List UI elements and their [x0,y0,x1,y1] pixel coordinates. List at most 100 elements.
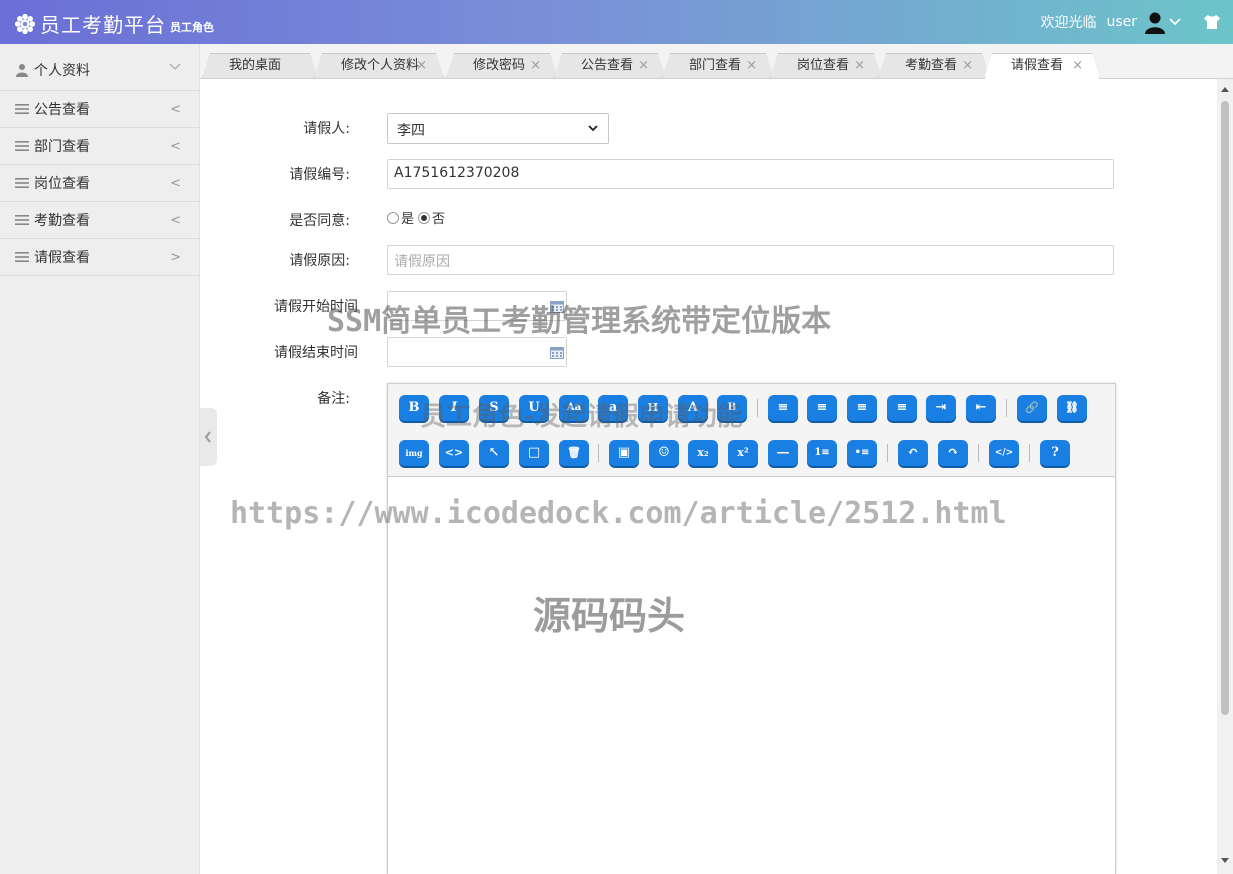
subscript-button[interactable]: x₂ [688,440,718,466]
bold-button[interactable]: B [399,395,429,421]
leave-no-label: 请假编号: [289,167,350,183]
sidebar-item-label: 公告查看 [34,102,90,118]
select-all-button[interactable]: ↖ [479,440,509,466]
clear-button[interactable]: 🗑 [559,440,589,466]
tab-notice[interactable]: 公告查看 × [554,53,666,78]
horizontal-rule-button[interactable]: — [768,440,798,466]
unordered-list-button[interactable]: •≡ [847,440,877,466]
outdent-button[interactable]: ⇤ [966,395,996,421]
calendar-icon[interactable] [550,300,564,313]
sidebar-item-label: 岗位查看 [34,176,90,192]
theme-shirt-icon[interactable] [1203,14,1221,30]
redo-button[interactable]: ↷ [938,440,968,466]
toolbar-separator [598,444,599,462]
undo-button[interactable]: ↶ [898,440,928,466]
tab-attendance[interactable]: 考勤查看 × [878,53,990,78]
fullscreen-button[interactable]: □ [519,440,549,466]
tab-label: 部门查看 [689,58,742,73]
tab-position[interactable]: 岗位查看 × [770,53,882,78]
tab-close-icon[interactable]: × [854,54,865,78]
tab-close-icon[interactable]: × [530,54,541,78]
end-time-input[interactable] [387,337,567,367]
tab-edit-profile[interactable]: 修改个人资料 × [314,53,444,78]
toolbar-separator [1006,399,1007,417]
calendar-icon[interactable] [550,346,564,359]
reason-input[interactable]: 请假原因 [387,245,1114,275]
italic-button[interactable]: I [439,395,469,421]
user-avatar-icon[interactable] [1143,10,1167,34]
agree-no-radio[interactable] [418,211,431,224]
tab-close-icon[interactable]: × [962,54,973,78]
top-header: 员工考勤平台 员工角色 欢迎光临 user [0,0,1233,44]
start-time-input[interactable] [387,291,567,321]
welcome-text: 欢迎光临 [1040,15,1097,31]
tab-close-icon[interactable]: × [416,54,427,78]
font-family-button[interactable]: Aa [559,395,589,421]
link-button[interactable]: 🔗 [1017,395,1047,421]
help-button[interactable]: ? [1040,440,1070,466]
ordered-list-button[interactable]: 1≡ [807,440,837,466]
menu-lines-icon [15,178,29,188]
chevron-left-icon [204,431,211,443]
app-title: 员工考勤平台 [40,13,166,37]
superscript-button[interactable]: x² [728,440,758,466]
tab-leave[interactable]: 请假查看 × [984,53,1100,79]
agree-yes-radio[interactable] [387,211,399,224]
user-icon [16,64,28,77]
tab-close-icon[interactable]: × [1072,54,1083,78]
sidebar-item-label: 考勤查看 [34,213,90,229]
heading-button[interactable]: H [638,395,668,421]
tab-change-password[interactable]: 修改密码 × [446,53,558,78]
tab-label: 考勤查看 [905,58,958,73]
user-area: 欢迎光临 user [1040,0,1221,44]
source-code-button[interactable]: </> [989,440,1019,466]
agree-label: 是否同意: [289,213,350,229]
scroll-thumb[interactable] [1221,101,1229,715]
expand-arrow: < [170,213,181,228]
sidebar-item-position[interactable]: 岗位查看 < [0,165,199,202]
chevron-down-icon[interactable] [1169,16,1181,28]
indent-button[interactable]: ⇥ [926,395,956,421]
scroll-up-icon[interactable] [1221,87,1229,92]
sidebar-item-attendance[interactable]: 考勤查看 < [0,202,199,239]
tab-department[interactable]: 部门查看 × [662,53,774,78]
align-right-button[interactable]: ≡ [847,395,877,421]
background-color-button[interactable]: B [717,395,747,421]
sidebar-item-profile[interactable]: 个人资料 [0,44,199,91]
underline-button[interactable]: U [519,395,549,421]
editor-content-area[interactable] [388,477,1115,874]
scroll-down-icon[interactable] [1221,858,1229,863]
font-size-button[interactable]: a [598,395,628,421]
code-button[interactable]: <> [439,440,469,466]
page-scrollbar[interactable] [1217,79,1233,874]
leave-no-input[interactable]: A1751612370208 [387,159,1114,189]
sidebar-item-leave[interactable]: 请假查看 > [0,239,199,276]
justify-button[interactable]: ≡ [887,395,917,421]
agree-no-label: 否 [432,212,446,227]
menu-lines-icon [15,104,29,114]
sidebar: 个人资料 公告查看 < 部门查看 < 岗位查看 < 考勤查看 < 请假查看 > [0,44,200,874]
username[interactable]: user [1106,14,1137,30]
media-button[interactable]: img [399,440,429,466]
unlink-button[interactable]: ⛓ [1057,395,1087,421]
tab-close-icon[interactable]: × [746,54,757,78]
strikethrough-button[interactable]: S [479,395,509,421]
sidebar-item-notice[interactable]: 公告查看 < [0,91,199,128]
align-center-button[interactable]: ≡ [768,395,798,421]
font-color-button[interactable]: A [678,395,708,421]
image-button[interactable]: ▣ [609,440,639,466]
tab-desktop[interactable]: 我的桌面 [202,53,318,78]
reason-placeholder: 请假原因 [394,254,450,270]
applicant-label: 请假人: [303,121,350,137]
sidebar-collapse-handle[interactable] [200,408,217,466]
emoji-button[interactable]: ☺ [649,440,679,466]
align-left-button[interactable]: ≡ [807,395,837,421]
toolbar-separator [1029,444,1030,462]
leave-no-value: A1751612370208 [394,165,520,181]
expand-arrow: < [170,176,181,191]
tab-bar: 我的桌面 修改个人资料 × 修改密码 × 公告查看 × 部门查看 × 岗位查看 … [200,44,1233,79]
agree-radio-group: 是 否 [387,208,445,227]
applicant-select[interactable]: 李四 [387,113,609,144]
tab-close-icon[interactable]: × [638,54,649,78]
sidebar-item-department[interactable]: 部门查看 < [0,128,199,165]
